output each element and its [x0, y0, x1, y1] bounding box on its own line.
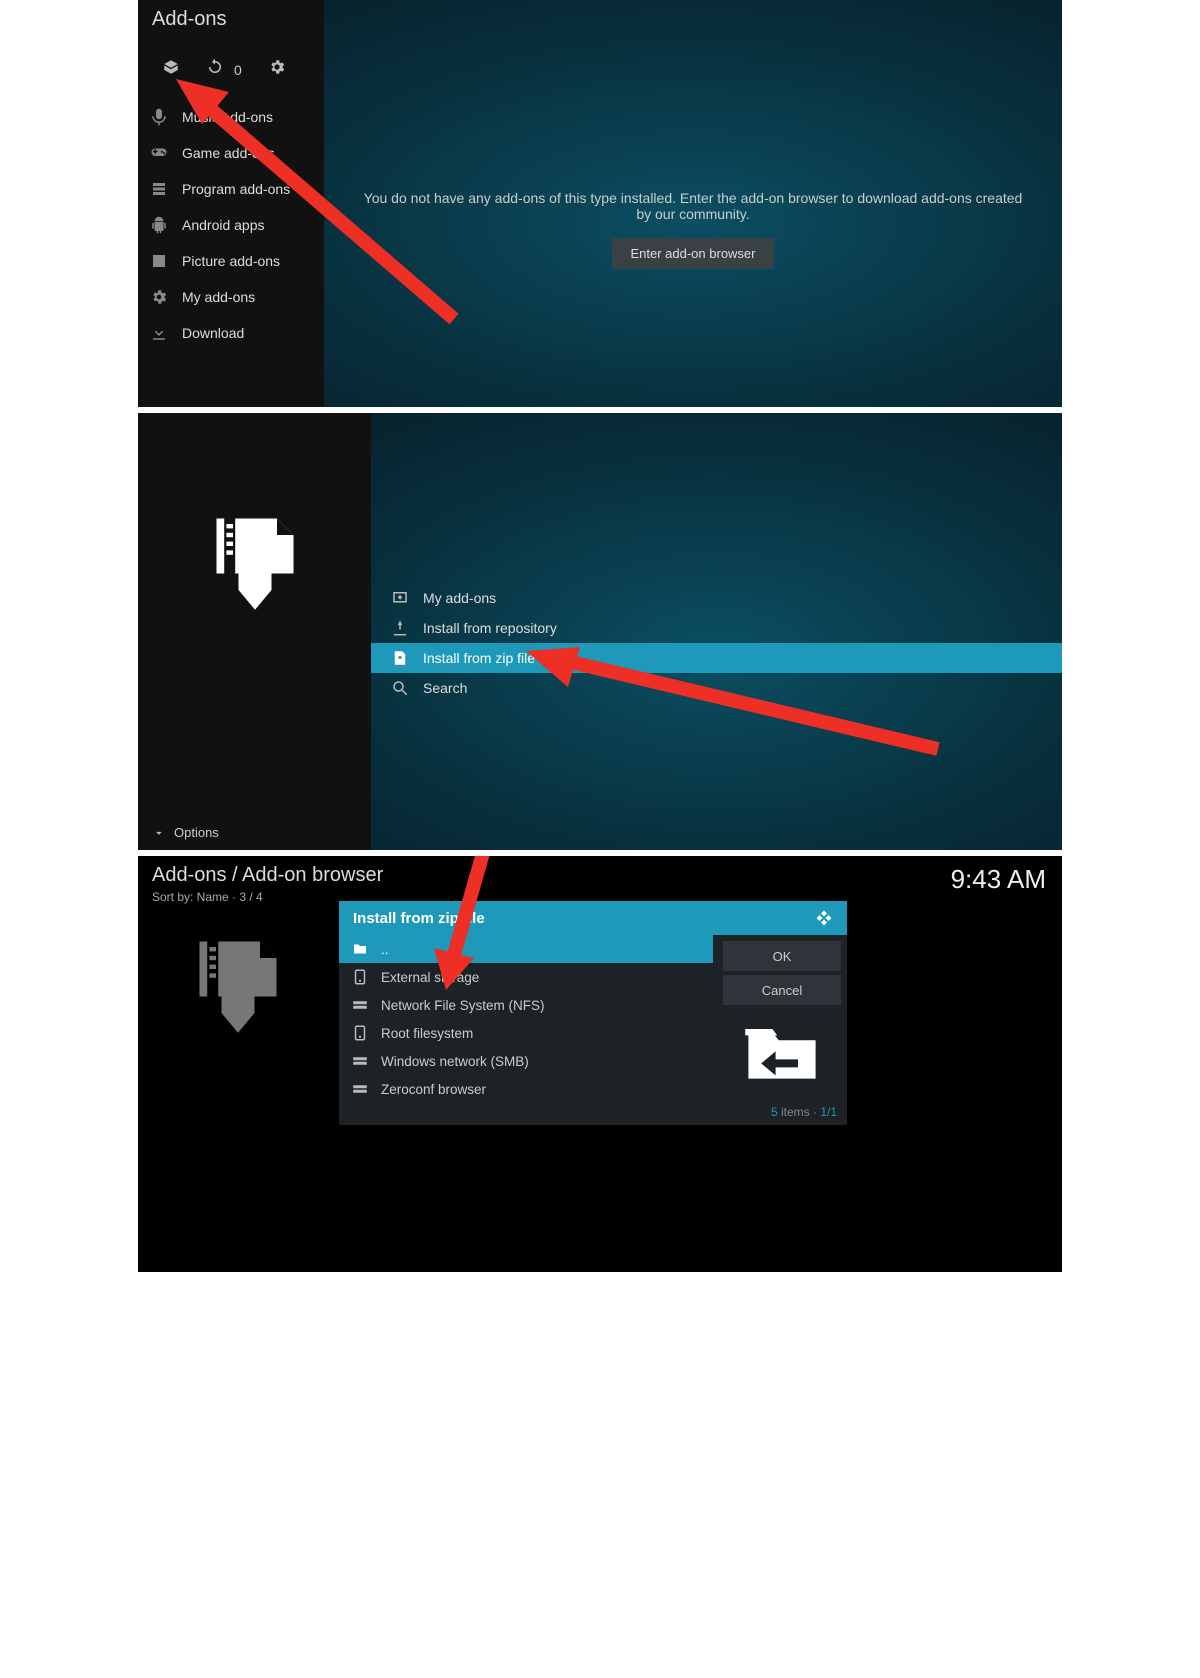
- sidebar: Options: [138, 413, 371, 850]
- kodi-logo-icon: [815, 909, 833, 927]
- enter-browser-button[interactable]: Enter add-on browser: [612, 238, 773, 269]
- file-label: Root filesystem: [381, 1026, 473, 1041]
- ok-button[interactable]: OK: [723, 941, 841, 971]
- file-item-up[interactable]: ..: [339, 935, 713, 963]
- sidebar-label: Android apps: [182, 217, 265, 233]
- menu-label: Search: [423, 680, 467, 696]
- sidebar-label: Music add-ons: [182, 109, 273, 125]
- sidebar-item-game[interactable]: Game add-ons: [138, 135, 324, 171]
- dialog-title: Install from zip file: [353, 910, 485, 927]
- sidebar: [138, 856, 338, 1272]
- update-count: 0: [234, 62, 242, 78]
- cancel-button[interactable]: Cancel: [723, 975, 841, 1005]
- sidebar-item-download[interactable]: Download: [138, 315, 324, 351]
- file-list: .. External storage Network File System …: [339, 935, 713, 1103]
- sidebar-item-myaddons[interactable]: My add-ons: [138, 279, 324, 315]
- empty-msg: You do not have any add-ons of this type…: [363, 190, 1023, 222]
- file-item-nfs[interactable]: Network File System (NFS): [339, 991, 713, 1019]
- sidebar-item-program[interactable]: Program add-ons: [138, 171, 324, 207]
- items-label: items ·: [778, 1105, 821, 1119]
- options-label: Options: [174, 825, 219, 840]
- sidebar-label: Picture add-ons: [182, 253, 280, 269]
- sidebar-item-picture[interactable]: Picture add-ons: [138, 243, 324, 279]
- sidebar-label: Program add-ons: [182, 181, 290, 197]
- file-item-smb[interactable]: Windows network (SMB): [339, 1047, 713, 1075]
- sidebar-label: Game add-ons: [182, 145, 275, 161]
- panel-addon-browser: Add-ons / Add-on browser Sort by: Name ·…: [138, 413, 1062, 850]
- file-label: Windows network (SMB): [381, 1054, 529, 1069]
- box-icon[interactable]: [162, 58, 180, 81]
- item-count: 5: [771, 1105, 778, 1119]
- sidebar-item-android[interactable]: Android apps: [138, 207, 324, 243]
- page-subtitle: Sort by: Name · 3 / 4: [152, 890, 263, 904]
- page-indicator: 1/1: [820, 1105, 837, 1119]
- sidebar-item-music[interactable]: Music add-ons: [138, 99, 324, 135]
- file-browser-dialog: Install from zip file .. External storag…: [338, 900, 848, 1126]
- main-content: My add-ons Install from repository Insta…: [371, 413, 1062, 850]
- file-label: Zeroconf browser: [381, 1082, 486, 1097]
- menu-install-zip[interactable]: Install from zip file: [371, 643, 1062, 673]
- file-label: Network File System (NFS): [381, 998, 545, 1013]
- menu-label: Install from zip file: [423, 650, 535, 666]
- menu-label: My add-ons: [423, 590, 496, 606]
- reload-icon[interactable]: [206, 58, 224, 81]
- file-item-zeroconf[interactable]: Zeroconf browser: [339, 1075, 713, 1103]
- main-content: Install from zip file .. External storag…: [338, 856, 1062, 1272]
- main-content: You do not have any add-ons of this type…: [324, 0, 1062, 407]
- sidebar: 0 Music add-ons Game add-ons Program add…: [138, 0, 324, 407]
- zip-download-icon: [200, 513, 310, 623]
- options-button[interactable]: Options: [152, 825, 219, 840]
- panel-install-zip-dialog: Add-ons / Add-on browser Sort by: Name ·…: [138, 856, 1062, 1272]
- menu-label: Install from repository: [423, 620, 557, 636]
- page-title: Add-ons: [152, 8, 227, 31]
- menu-install-repo[interactable]: Install from repository: [371, 613, 1062, 643]
- menu-my-addons[interactable]: My add-ons: [371, 583, 1062, 613]
- dialog-footer: 5 items · 1/1: [339, 1103, 847, 1125]
- file-item-external[interactable]: External storage: [339, 963, 713, 991]
- folder-back-icon: [723, 1009, 841, 1097]
- panel-addons-main: Add-ons 9:43 AM 0 Music add-ons Game add…: [138, 0, 1062, 407]
- sidebar-label: My add-ons: [182, 289, 255, 305]
- file-label: External storage: [381, 970, 479, 985]
- menu-search[interactable]: Search: [371, 673, 1062, 703]
- zip-download-icon: [183, 936, 293, 1046]
- gear-icon[interactable]: [268, 58, 286, 81]
- file-item-root[interactable]: Root filesystem: [339, 1019, 713, 1047]
- file-label: ..: [381, 942, 389, 957]
- sidebar-label: Download: [182, 325, 244, 341]
